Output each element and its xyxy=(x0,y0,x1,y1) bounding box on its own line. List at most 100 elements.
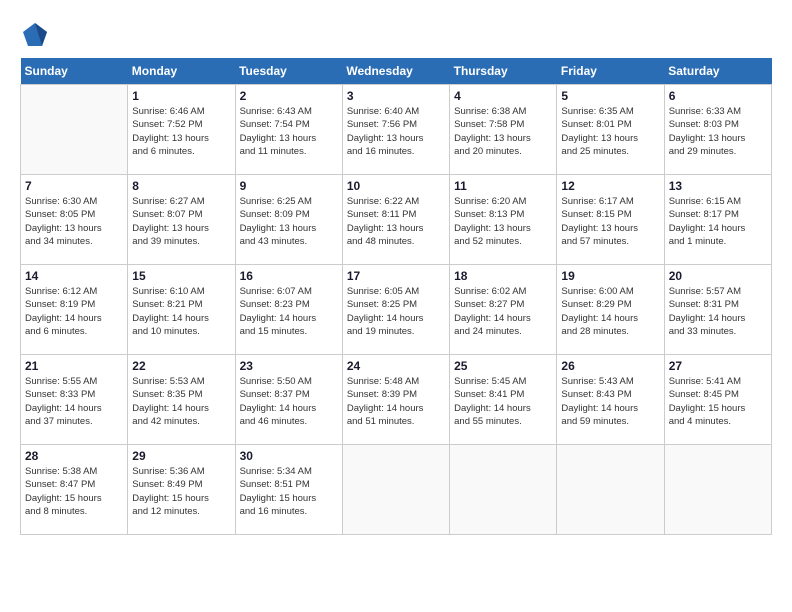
day-number: 17 xyxy=(347,269,445,283)
day-info: Sunrise: 6:10 AM Sunset: 8:21 PM Dayligh… xyxy=(132,285,230,338)
calendar-cell: 21 Sunrise: 5:55 AM Sunset: 8:33 PM Dayli… xyxy=(21,355,128,445)
day-number: 10 xyxy=(347,179,445,193)
day-info: Sunrise: 6:05 AM Sunset: 8:25 PM Dayligh… xyxy=(347,285,445,338)
header-saturday: Saturday xyxy=(664,58,771,85)
week-row-2: 14 Sunrise: 6:12 AM Sunset: 8:19 PM Dayli… xyxy=(21,265,772,355)
week-row-1: 7Sunrise: 6:30 AM Sunset: 8:05 PM Daylig… xyxy=(21,175,772,265)
calendar-cell: 28 Sunrise: 5:38 AM Sunset: 8:47 PM Dayli… xyxy=(21,445,128,535)
day-info: Sunrise: 6:20 AM Sunset: 8:13 PM Dayligh… xyxy=(454,195,552,248)
calendar-cell: 23 Sunrise: 5:50 AM Sunset: 8:37 PM Dayli… xyxy=(235,355,342,445)
header-sunday: Sunday xyxy=(21,58,128,85)
calendar-cell: 19Sunrise: 6:00 AM Sunset: 8:29 PM Dayli… xyxy=(557,265,664,355)
page-header xyxy=(20,20,772,50)
calendar-cell xyxy=(450,445,557,535)
day-info: Sunrise: 6:33 AM Sunset: 8:03 PM Dayligh… xyxy=(669,105,767,158)
day-info: Sunrise: 6:22 AM Sunset: 8:11 PM Dayligh… xyxy=(347,195,445,248)
day-number: 23 xyxy=(240,359,338,373)
day-number: 8 xyxy=(132,179,230,193)
calendar-cell xyxy=(21,85,128,175)
day-number: 4 xyxy=(454,89,552,103)
day-info: Sunrise: 6:15 AM Sunset: 8:17 PM Dayligh… xyxy=(669,195,767,248)
calendar-cell: 12 Sunrise: 6:17 AM Sunset: 8:15 PM Dayli… xyxy=(557,175,664,265)
calendar-cell: 10 Sunrise: 6:22 AM Sunset: 8:11 PM Dayli… xyxy=(342,175,449,265)
week-row-3: 21 Sunrise: 5:55 AM Sunset: 8:33 PM Dayli… xyxy=(21,355,772,445)
day-info: Sunrise: 6:38 AM Sunset: 7:58 PM Dayligh… xyxy=(454,105,552,158)
day-info: Sunrise: 6:17 AM Sunset: 8:15 PM Dayligh… xyxy=(561,195,659,248)
day-number: 29 xyxy=(132,449,230,463)
week-row-4: 28 Sunrise: 5:38 AM Sunset: 8:47 PM Dayli… xyxy=(21,445,772,535)
calendar-cell: 30Sunrise: 5:34 AM Sunset: 8:51 PM Dayli… xyxy=(235,445,342,535)
day-info: Sunrise: 6:43 AM Sunset: 7:54 PM Dayligh… xyxy=(240,105,338,158)
calendar-cell: 22 Sunrise: 5:53 AM Sunset: 8:35 PM Dayli… xyxy=(128,355,235,445)
header-thursday: Thursday xyxy=(450,58,557,85)
day-number: 19 xyxy=(561,269,659,283)
day-info: Sunrise: 5:38 AM Sunset: 8:47 PM Dayligh… xyxy=(25,465,123,518)
header-monday: Monday xyxy=(128,58,235,85)
week-row-0: 1 Sunrise: 6:46 AM Sunset: 7:52 PM Daylig… xyxy=(21,85,772,175)
day-info: Sunrise: 5:36 AM Sunset: 8:49 PM Dayligh… xyxy=(132,465,230,518)
day-number: 13 xyxy=(669,179,767,193)
calendar-cell: 16 Sunrise: 6:07 AM Sunset: 8:23 PM Dayli… xyxy=(235,265,342,355)
day-info: Sunrise: 6:35 AM Sunset: 8:01 PM Dayligh… xyxy=(561,105,659,158)
calendar-cell xyxy=(557,445,664,535)
calendar-cell: 27 Sunrise: 5:41 AM Sunset: 8:45 PM Dayli… xyxy=(664,355,771,445)
calendar-cell: 11 Sunrise: 6:20 AM Sunset: 8:13 PM Dayli… xyxy=(450,175,557,265)
day-number: 16 xyxy=(240,269,338,283)
day-info: Sunrise: 6:25 AM Sunset: 8:09 PM Dayligh… xyxy=(240,195,338,248)
day-number: 7 xyxy=(25,179,123,193)
day-number: 27 xyxy=(669,359,767,373)
calendar-cell: 5 Sunrise: 6:35 AM Sunset: 8:01 PM Daylig… xyxy=(557,85,664,175)
calendar-cell xyxy=(342,445,449,535)
calendar-header: SundayMondayTuesdayWednesdayThursdayFrid… xyxy=(21,58,772,85)
calendar-cell: 18Sunrise: 6:02 AM Sunset: 8:27 PM Dayli… xyxy=(450,265,557,355)
calendar-cell: 17 Sunrise: 6:05 AM Sunset: 8:25 PM Dayli… xyxy=(342,265,449,355)
day-number: 18 xyxy=(454,269,552,283)
calendar-cell: 13 Sunrise: 6:15 AM Sunset: 8:17 PM Dayli… xyxy=(664,175,771,265)
logo xyxy=(20,20,54,50)
calendar-table: SundayMondayTuesdayWednesdayThursdayFrid… xyxy=(20,58,772,535)
calendar-cell: 26Sunrise: 5:43 AM Sunset: 8:43 PM Dayli… xyxy=(557,355,664,445)
day-info: Sunrise: 5:57 AM Sunset: 8:31 PM Dayligh… xyxy=(669,285,767,338)
day-number: 26 xyxy=(561,359,659,373)
day-info: Sunrise: 5:53 AM Sunset: 8:35 PM Dayligh… xyxy=(132,375,230,428)
header-tuesday: Tuesday xyxy=(235,58,342,85)
day-number: 20 xyxy=(669,269,767,283)
day-number: 24 xyxy=(347,359,445,373)
day-number: 9 xyxy=(240,179,338,193)
logo-icon xyxy=(20,20,50,50)
calendar-cell: 7Sunrise: 6:30 AM Sunset: 8:05 PM Daylig… xyxy=(21,175,128,265)
day-number: 21 xyxy=(25,359,123,373)
day-info: Sunrise: 5:50 AM Sunset: 8:37 PM Dayligh… xyxy=(240,375,338,428)
day-info: Sunrise: 6:07 AM Sunset: 8:23 PM Dayligh… xyxy=(240,285,338,338)
calendar-cell: 2 Sunrise: 6:43 AM Sunset: 7:54 PM Daylig… xyxy=(235,85,342,175)
day-info: Sunrise: 6:46 AM Sunset: 7:52 PM Dayligh… xyxy=(132,105,230,158)
day-number: 11 xyxy=(454,179,552,193)
calendar-cell: 15Sunrise: 6:10 AM Sunset: 8:21 PM Dayli… xyxy=(128,265,235,355)
header-wednesday: Wednesday xyxy=(342,58,449,85)
calendar-cell: 25Sunrise: 5:45 AM Sunset: 8:41 PM Dayli… xyxy=(450,355,557,445)
day-info: Sunrise: 6:27 AM Sunset: 8:07 PM Dayligh… xyxy=(132,195,230,248)
day-info: Sunrise: 6:40 AM Sunset: 7:56 PM Dayligh… xyxy=(347,105,445,158)
day-number: 6 xyxy=(669,89,767,103)
day-number: 1 xyxy=(132,89,230,103)
day-number: 12 xyxy=(561,179,659,193)
day-number: 14 xyxy=(25,269,123,283)
calendar-cell: 6 Sunrise: 6:33 AM Sunset: 8:03 PM Daylig… xyxy=(664,85,771,175)
day-info: Sunrise: 5:55 AM Sunset: 8:33 PM Dayligh… xyxy=(25,375,123,428)
day-number: 3 xyxy=(347,89,445,103)
calendar-cell: 4 Sunrise: 6:38 AM Sunset: 7:58 PM Daylig… xyxy=(450,85,557,175)
calendar-cell: 24 Sunrise: 5:48 AM Sunset: 8:39 PM Dayli… xyxy=(342,355,449,445)
calendar-cell: 29 Sunrise: 5:36 AM Sunset: 8:49 PM Dayli… xyxy=(128,445,235,535)
day-number: 25 xyxy=(454,359,552,373)
header-friday: Friday xyxy=(557,58,664,85)
day-number: 2 xyxy=(240,89,338,103)
day-info: Sunrise: 5:48 AM Sunset: 8:39 PM Dayligh… xyxy=(347,375,445,428)
day-info: Sunrise: 6:12 AM Sunset: 8:19 PM Dayligh… xyxy=(25,285,123,338)
day-info: Sunrise: 5:34 AM Sunset: 8:51 PM Dayligh… xyxy=(240,465,338,518)
day-number: 5 xyxy=(561,89,659,103)
day-info: Sunrise: 5:41 AM Sunset: 8:45 PM Dayligh… xyxy=(669,375,767,428)
calendar-cell: 9 Sunrise: 6:25 AM Sunset: 8:09 PM Daylig… xyxy=(235,175,342,265)
day-number: 28 xyxy=(25,449,123,463)
day-number: 22 xyxy=(132,359,230,373)
calendar-cell: 14 Sunrise: 6:12 AM Sunset: 8:19 PM Dayli… xyxy=(21,265,128,355)
